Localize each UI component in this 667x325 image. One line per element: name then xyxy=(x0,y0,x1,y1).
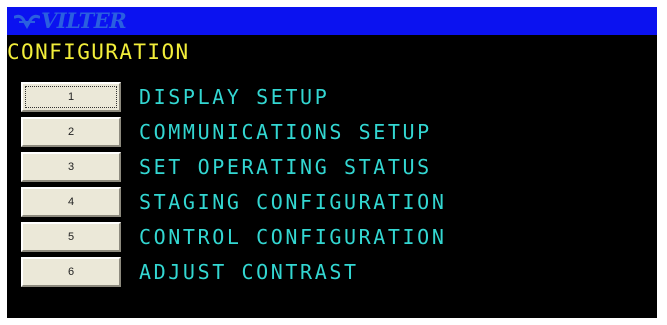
menu-number-button-4[interactable]: 4 xyxy=(21,187,121,217)
menu-number-button-3[interactable]: 3 xyxy=(21,152,121,182)
menu-number-button-6[interactable]: 6 xyxy=(21,257,121,287)
page-title: CONFIGURATION xyxy=(7,40,190,64)
menu-label-communications-setup[interactable]: COMMUNICATIONS SETUP xyxy=(139,115,432,149)
menu-item-communications-setup[interactable]: 2 COMMUNICATIONS SETUP xyxy=(7,115,657,149)
menu-label-display-setup[interactable]: DISPLAY SETUP xyxy=(139,80,329,114)
menu-number-button-1[interactable]: 1 xyxy=(21,82,121,112)
menu-item-set-operating-status[interactable]: 3 SET OPERATING STATUS xyxy=(7,150,657,184)
menu-label-adjust-contrast[interactable]: ADJUST CONTRAST xyxy=(139,255,359,289)
menu-item-staging-configuration[interactable]: 4 STAGING CONFIGURATION xyxy=(7,185,657,219)
menu-label-control-configuration[interactable]: CONTROL CONFIGURATION xyxy=(139,220,446,254)
menu-item-adjust-contrast[interactable]: 6 ADJUST CONTRAST xyxy=(7,255,657,289)
menu-number-button-2[interactable]: 2 xyxy=(21,117,121,147)
menu-item-control-configuration[interactable]: 5 CONTROL CONFIGURATION xyxy=(7,220,657,254)
vilter-logo-icon xyxy=(14,14,40,29)
menu-label-staging-configuration[interactable]: STAGING CONFIGURATION xyxy=(139,185,446,219)
vilter-logo: VILTER xyxy=(14,8,127,33)
hmi-panel: VILTER CONFIGURATION 1 DISPLAY SETUP 2 C… xyxy=(7,7,657,318)
menu-label-set-operating-status[interactable]: SET OPERATING STATUS xyxy=(139,150,432,184)
menu-number-button-5[interactable]: 5 xyxy=(21,222,121,252)
logo-text: VILTER xyxy=(41,8,127,33)
title-bar: VILTER xyxy=(7,7,657,35)
menu-item-display-setup[interactable]: 1 DISPLAY SETUP xyxy=(7,80,657,114)
